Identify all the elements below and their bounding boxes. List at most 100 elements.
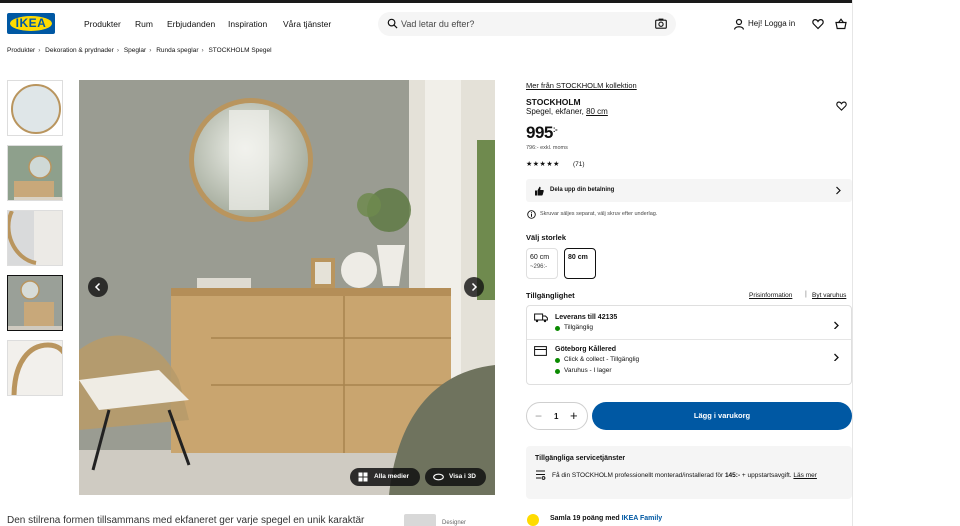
decrease-quantity-button[interactable]: − (535, 409, 542, 423)
price-value: 995 (526, 123, 553, 142)
chevron-left-icon (94, 282, 101, 292)
services-title: Tillgängliga servicetjänster (535, 455, 626, 462)
size-option-60[interactable]: 60 cm ~296:- (526, 248, 558, 279)
delivery-status: Tillgänglig (564, 324, 594, 331)
nav-erbjudanden[interactable]: Erbjudanden (167, 19, 215, 29)
crumb-current[interactable]: STOCKHOLM Spegel (208, 47, 271, 54)
size-label: 60 cm (530, 254, 550, 261)
product-name: STOCKHOLM (526, 97, 581, 107)
heart-icon[interactable] (812, 18, 824, 30)
add-to-cart-button[interactable]: Lägg i varukorg (592, 402, 852, 430)
services-read-more-link[interactable]: Läs mer (793, 472, 816, 479)
info-icon (527, 210, 536, 219)
crumb-produkter[interactable]: Produkter (7, 47, 35, 54)
thumbnail-5[interactable] (7, 340, 63, 396)
favourite-heart-icon[interactable] (836, 101, 847, 111)
view-3d-button[interactable]: Visa i 3D (425, 468, 486, 486)
click-collect-status: Click & collect - Tillgänglig (564, 356, 640, 363)
collection-link[interactable]: Mer från STOCKHOLM kollektion (526, 81, 637, 90)
prev-image-button[interactable] (88, 277, 108, 297)
thumbnail-frame-image (11, 342, 62, 395)
status-dot-green (555, 326, 560, 331)
top-strip (0, 0, 960, 3)
size-label: 80 cm (568, 254, 588, 261)
price: 995:- (526, 123, 558, 143)
all-media-button[interactable]: Alla medier (350, 468, 420, 486)
price-ex-vat: 796:- exkl. moms (526, 145, 568, 151)
cart-icon[interactable] (835, 18, 847, 30)
search-input[interactable]: Vad letar du efter? (401, 19, 474, 29)
all-media-label: Alla medier (374, 473, 410, 480)
thumbnail-dresser-image (8, 276, 62, 330)
nav-rum[interactable]: Rum (135, 19, 153, 29)
right-margin-panel (852, 0, 960, 526)
product-size-link[interactable]: 80 cm (586, 107, 608, 116)
size-price: ~296:- (530, 264, 548, 270)
thumbnail-2[interactable] (7, 145, 63, 201)
services-price: 145:- (724, 472, 741, 479)
login-link[interactable]: Hej! Logga in (748, 19, 795, 28)
view-3d-label: Visa i 3D (449, 473, 476, 480)
nav-vara-tjanster[interactable]: Våra tjänster (283, 19, 331, 29)
quantity-value: 1 (554, 412, 559, 421)
designer-avatar (404, 514, 436, 526)
crumb-speglar[interactable]: Speglar (124, 47, 146, 54)
status-dot-green (555, 369, 560, 374)
chevron-right-icon[interactable] (832, 353, 840, 361)
crumb-runda-speglar[interactable]: Runda speglar (156, 47, 198, 54)
thumbs-up-icon (535, 186, 544, 196)
link-separator: | (805, 291, 807, 298)
nav-inspiration[interactable]: Inspiration (228, 19, 267, 29)
rating-stars[interactable]: ★★★★★ (526, 160, 560, 168)
camera-icon[interactable] (655, 18, 667, 29)
availability-divider (527, 339, 851, 340)
increase-quantity-button[interactable]: + (570, 408, 578, 423)
quantity-stepper[interactable]: − 1 + (526, 402, 588, 430)
user-icon[interactable] (733, 18, 745, 30)
next-image-button[interactable] (464, 277, 484, 297)
ikea-family-link[interactable]: IKEA Family (622, 515, 663, 522)
thumbnail-3[interactable] (7, 210, 63, 266)
services-desc-part: + uppstartsavgift. (740, 472, 794, 479)
breadcrumb: Produkter › Dekoration & prydnader › Spegl… (7, 47, 272, 54)
product-summary-text: Den stilrena formen tillsammans med ekfa… (7, 515, 365, 526)
payment-split-banner[interactable]: Dela upp din betalning (526, 179, 852, 202)
status-dot-green (555, 358, 560, 363)
main-product-image (79, 80, 495, 495)
payment-label: Dela upp din betalning (550, 187, 615, 193)
search-icon (387, 18, 398, 29)
truck-icon (534, 313, 548, 323)
product-desc-text: Spegel, ekfaner, (526, 107, 584, 116)
thumbnail-1[interactable] (7, 80, 63, 136)
services-box: Tillgängliga servicetjänster Få din STOC… (526, 446, 852, 499)
crumb-separator: › (201, 47, 204, 54)
family-points: Samla 19 poäng med IKEA Family (550, 515, 662, 522)
delivery-row[interactable]: Leverans till 42135 (555, 314, 617, 321)
store-row[interactable]: Göteborg Kållered (555, 346, 616, 353)
ikea-logo[interactable]: IKEA (7, 13, 55, 34)
family-text: Samla 19 poäng med (550, 515, 622, 522)
price-info-link[interactable]: Prisinformation (749, 292, 792, 299)
family-points-icon (527, 514, 539, 526)
search-bar[interactable]: Vad letar du efter? (378, 12, 676, 36)
price-suffix: :- (552, 125, 558, 134)
crumb-dekoration[interactable]: Dekoration & prydnader (45, 47, 114, 54)
chevron-right-icon (471, 282, 478, 292)
review-count[interactable]: (71) (573, 161, 585, 168)
availability-title: Tillgänglighet (526, 291, 575, 300)
nav-produkter[interactable]: Produkter (84, 19, 121, 29)
change-store-link[interactable]: Byt varuhus (812, 292, 846, 299)
crumb-separator: › (149, 47, 152, 54)
chevron-right-icon[interactable] (832, 321, 840, 329)
size-title: Välj storlek (526, 233, 567, 242)
thumbnail-mirror-image (11, 84, 61, 134)
size-option-80-selected[interactable]: 80 cm (564, 248, 596, 279)
room-scene (79, 80, 495, 495)
thumbnail-detail-image (8, 211, 62, 265)
services-description: Få din STOCKHOLM professionellt monterad… (552, 470, 844, 481)
store-stock-status: Varuhus - I lager (564, 367, 612, 374)
services-desc-part: Få din STOCKHOLM professionellt monterad… (552, 472, 725, 479)
screw-note: Skruvar säljes separat, välj skruv efter… (540, 211, 658, 217)
crumb-separator: › (38, 47, 41, 54)
thumbnail-4-selected[interactable] (7, 275, 63, 331)
